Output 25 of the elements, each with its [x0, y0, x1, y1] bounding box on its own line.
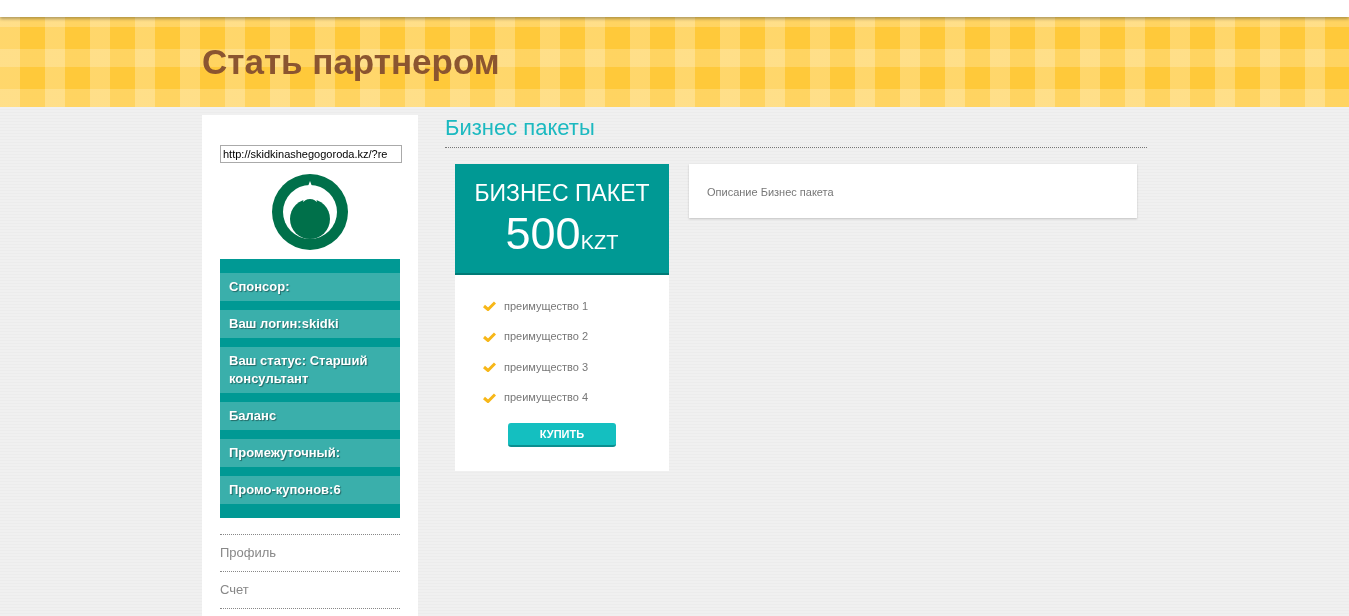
referral-link-field[interactable]: http://skidkinashegogoroda.kz/?re: [220, 145, 402, 163]
page-title: Стать партнером: [202, 41, 501, 83]
package-description: Описание Бизнес пакета: [689, 164, 1137, 219]
currency-label: KZT: [580, 230, 619, 253]
check-icon: [483, 362, 496, 373]
info-item: Промо-купонов:6: [220, 476, 400, 504]
info-item: Промежуточный:: [220, 439, 400, 467]
section-title: Бизнес пакеты: [445, 115, 1147, 149]
feature-text: преимущество 4: [504, 390, 589, 406]
check-icon: [483, 331, 496, 342]
info-item: Ваш логин:skidki: [220, 310, 400, 338]
sidebar-link[interactable]: Счет: [220, 571, 400, 608]
info-item: Спонсор:: [220, 273, 400, 301]
package-name: БИЗНЕС ПАКЕТ: [473, 179, 651, 209]
info-item: Ваш статус: Старший консультант: [220, 347, 400, 393]
feature-text: преимущество 2: [504, 329, 589, 345]
emblem-icon: [271, 173, 349, 251]
buy-button[interactable]: КУПИТЬ: [508, 423, 616, 448]
check-icon: [483, 392, 496, 403]
sidebar-link[interactable]: Профиль: [220, 534, 400, 571]
feature-text: преимущество 1: [504, 298, 589, 314]
feature-text: преимущество 3: [504, 359, 589, 375]
package-price: 500: [505, 207, 581, 259]
check-icon: [483, 301, 496, 312]
info-item: Баланс: [220, 402, 400, 430]
